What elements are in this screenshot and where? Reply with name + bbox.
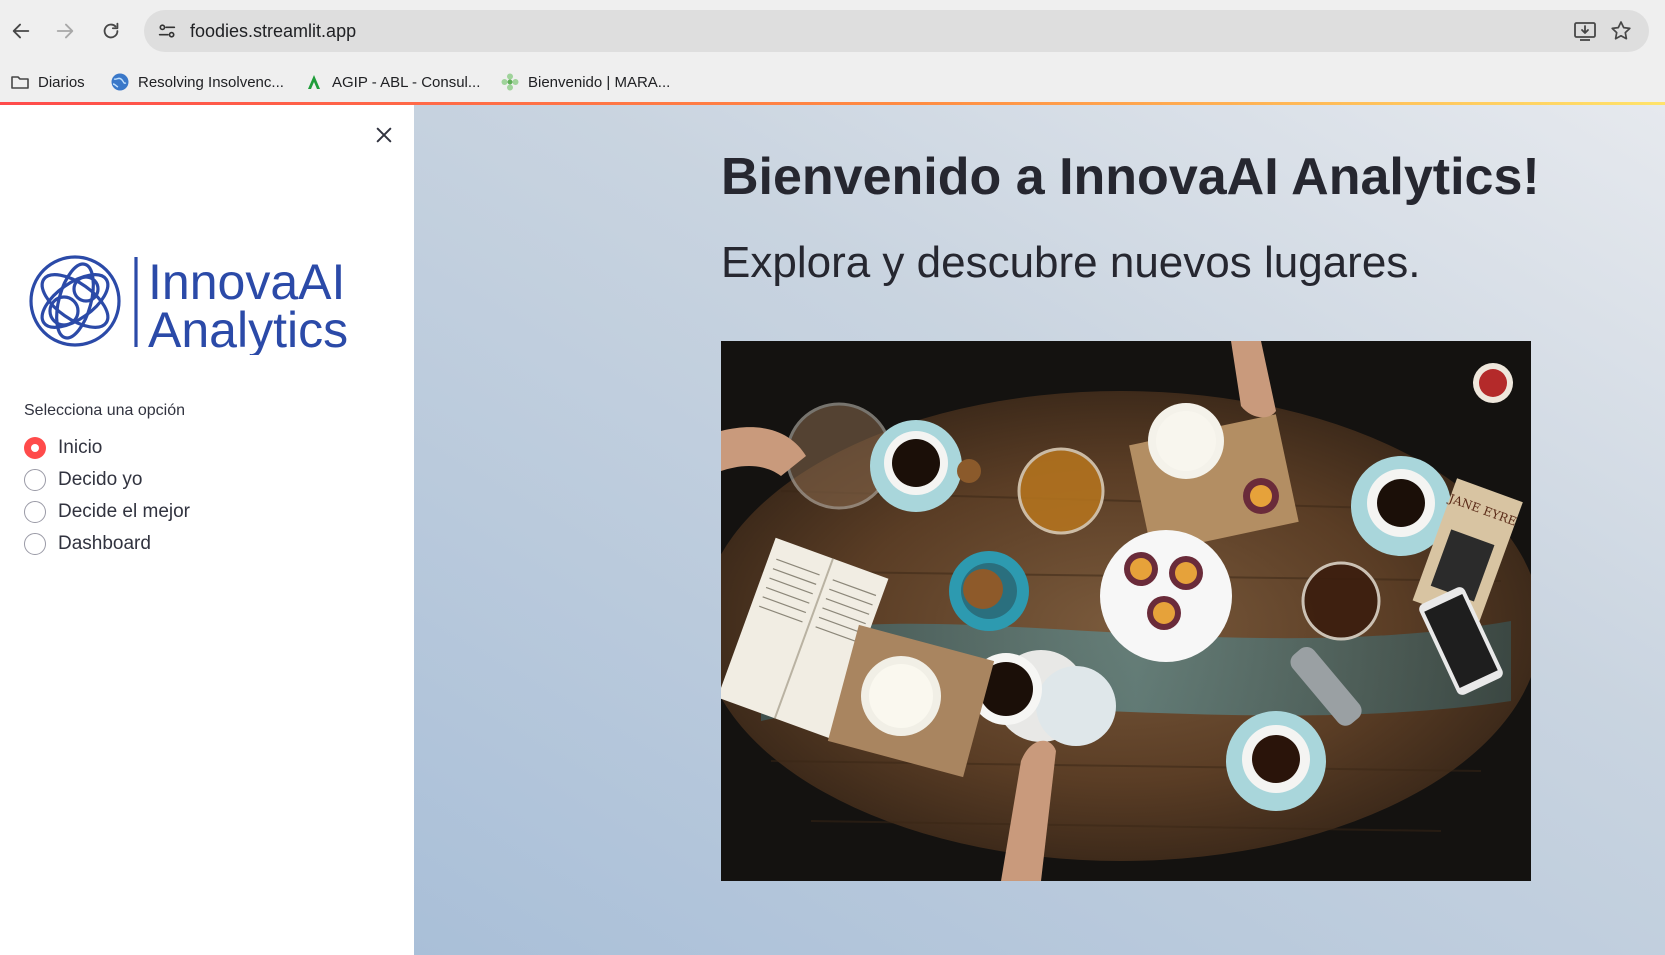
- reload-button[interactable]: [96, 16, 126, 46]
- radio-option-dashboard[interactable]: Dashboard: [24, 528, 190, 560]
- sidebar: InnovaAI Analytics Selecciona una opción…: [0, 105, 414, 955]
- innovaai-logo: InnovaAI Analytics: [29, 254, 348, 355]
- bookmark-diarios[interactable]: Diarios: [10, 70, 85, 94]
- page-title: Bienvenido a InnovaAI Analytics!: [721, 148, 1540, 206]
- globe-icon: [110, 72, 130, 92]
- main-content: Bienvenido a InnovaAI Analytics! Explora…: [414, 105, 1665, 955]
- arrow-left-icon: [12, 23, 30, 39]
- bookmarks-bar: Diarios Resolving Insolvenc... AGIP - AB…: [0, 62, 1665, 102]
- radio-option-decide-el-mejor[interactable]: Decide el mejor: [24, 496, 190, 528]
- url-text[interactable]: foodies.streamlit.app: [190, 21, 356, 42]
- radio-option-inicio[interactable]: Inicio: [24, 432, 190, 464]
- radio-unchecked-icon[interactable]: [24, 469, 46, 491]
- bookmark-resolving-insolvency[interactable]: Resolving Insolvenc...: [110, 70, 284, 94]
- radio-unchecked-icon[interactable]: [24, 501, 46, 523]
- bookmark-star-icon[interactable]: [1609, 19, 1633, 43]
- bookmark-agip[interactable]: AGIP - ABL - Consul...: [304, 70, 480, 94]
- radio-unchecked-icon[interactable]: [24, 533, 46, 555]
- page-subtitle: Explora y descubre nuevos lugares.: [721, 238, 1421, 287]
- bookmark-label: AGIP - ABL - Consul...: [332, 73, 481, 91]
- browser-toolbar: foodies.streamlit.app: [0, 0, 1665, 62]
- cafe-table-photo: JANE EYRE: [721, 341, 1531, 881]
- radio-option-label[interactable]: Decide el mejor: [58, 501, 190, 523]
- back-button[interactable]: [6, 16, 36, 46]
- bookmark-label: Resolving Insolvenc...: [138, 73, 284, 91]
- flower-icon: [500, 72, 520, 92]
- reload-icon: [103, 22, 119, 39]
- bookmark-label: Diarios: [38, 73, 85, 91]
- radio-option-label[interactable]: Decido yo: [58, 469, 143, 491]
- site-settings-icon[interactable]: [156, 20, 178, 42]
- bookmark-mara[interactable]: Bienvenido | MARA...: [500, 70, 670, 94]
- sidebar-close-button[interactable]: [372, 123, 396, 147]
- close-icon: [376, 127, 392, 143]
- install-app-icon[interactable]: [1573, 20, 1597, 42]
- arrow-right-icon: [56, 23, 74, 39]
- radio-option-decido-yo[interactable]: Decido yo: [24, 464, 190, 496]
- folder-icon: [10, 72, 30, 92]
- hero-image: JANE EYRE: [721, 341, 1531, 881]
- radio-group-label: Selecciona una opción: [24, 402, 186, 419]
- radio-checked-icon[interactable]: [24, 437, 46, 459]
- agip-icon: [304, 72, 324, 92]
- navigation-radio-group: Inicio Decido yo Decide el mejor Dashboa…: [24, 432, 190, 560]
- forward-button[interactable]: [50, 16, 80, 46]
- bookmark-label: Bienvenido | MARA...: [528, 73, 671, 91]
- address-bar[interactable]: foodies.streamlit.app: [144, 10, 1649, 52]
- browser-chrome: foodies.streamlit.app Diarios Resolving …: [0, 0, 1665, 105]
- radio-option-label[interactable]: Inicio: [58, 437, 102, 459]
- radio-option-label[interactable]: Dashboard: [58, 533, 151, 555]
- logo-text-line2: Analytics: [148, 302, 348, 355]
